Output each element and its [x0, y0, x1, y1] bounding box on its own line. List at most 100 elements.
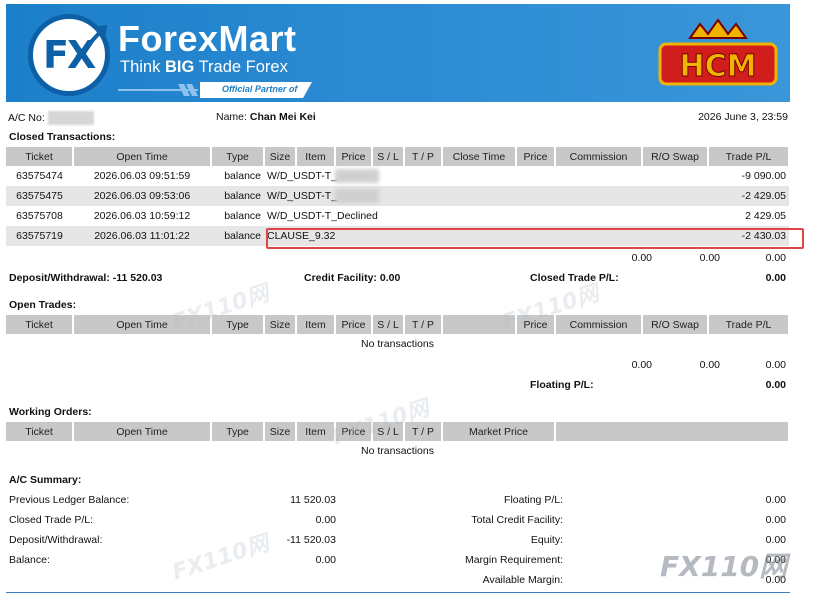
- partner-ribbon: Official Partner of: [200, 82, 312, 98]
- col-size: Size: [264, 315, 297, 334]
- open-time-cell: 2026.06.03 11:01:22: [73, 226, 211, 246]
- working-orders-table: Ticket Open Time Type Size Item Price S …: [6, 422, 790, 461]
- closed-transactions-title: Closed Transactions:: [9, 131, 116, 143]
- account-name-value: Chan Mei Kei: [249, 111, 316, 123]
- bottom-divider: [6, 592, 790, 593]
- col-type: Type: [211, 315, 265, 334]
- open-time-cell: 2026.06.03 09:51:59: [93, 170, 191, 182]
- col-ro-swap: R/O Swap: [642, 315, 709, 334]
- col-blank: [555, 422, 790, 441]
- trade-pl-cell: -9 090.00: [741, 170, 786, 182]
- summary-floating-pl-label: Floating P/L:: [504, 494, 563, 506]
- ticket-cell: 63575719: [6, 226, 73, 246]
- closed-total-swap: 0.00: [699, 252, 720, 264]
- summary-margin-req-label: Margin Requirement:: [464, 554, 563, 566]
- closed-total-commission: 0.00: [631, 252, 652, 264]
- table-row: 63575474 2026.06.03 09:51:59 balance W/D…: [6, 166, 789, 186]
- floating-pl-label: Floating P/L:: [530, 379, 594, 391]
- item-cell: W/D_USDT-T_: [264, 166, 516, 186]
- hcm-partner-logo: HCM: [658, 18, 778, 86]
- type-cell: balance: [224, 170, 261, 182]
- open-trades-title: Open Trades:: [9, 299, 77, 311]
- table-row: 63575475 2026.06.03 09:53:06 balance W/D…: [6, 186, 789, 206]
- item-redacted: [335, 189, 380, 203]
- closed-trade-pl-value: 0.00: [765, 272, 786, 284]
- type-cell: balance: [211, 226, 264, 246]
- no-transactions-text: No transactions: [361, 338, 434, 350]
- summary-prev-ledger-label: Previous Ledger Balance:: [9, 494, 130, 506]
- col-ticket: Ticket: [6, 315, 74, 334]
- col-open-time: Open Time: [73, 422, 212, 441]
- ticket-cell: 63575475: [6, 186, 73, 206]
- col-trade-pl: Trade P/L: [708, 147, 790, 166]
- col-ticket: Ticket: [6, 147, 74, 166]
- closed-header-row: Ticket Open Time Type Size Item Price S …: [6, 147, 790, 166]
- col-type: Type: [211, 147, 265, 166]
- deposit-withdrawal-summary: Deposit/Withdrawal: -11 520.03: [9, 272, 163, 284]
- col-close-time: Close Time: [442, 147, 517, 166]
- col-price: Price: [335, 315, 373, 334]
- summary-closed-pl-label: Closed Trade P/L:: [9, 514, 94, 526]
- empty-row: No transactions: [6, 441, 789, 461]
- brand-tagline: Think BIG Trade Forex: [120, 58, 288, 76]
- summary-credit-value: 0.00: [765, 514, 786, 526]
- col-blank: [442, 315, 517, 334]
- col-item: Item: [296, 422, 336, 441]
- ticket-cell: 63575708: [16, 210, 63, 222]
- open-total-commission: 0.00: [631, 359, 652, 371]
- summary-available-margin-label: Available Margin:: [482, 574, 563, 586]
- watermark: FX110网: [169, 531, 273, 586]
- ac-summary-title: A/C Summary:: [9, 474, 82, 486]
- ac-number-field: A/C No:: [8, 111, 94, 125]
- col-ticket: Ticket: [6, 422, 74, 441]
- summary-margin-req-value: 0.00: [765, 554, 786, 566]
- item-cell: W/D_USDT-T_: [264, 186, 516, 206]
- summary-deposit-value: -11 520.03: [286, 534, 336, 546]
- col-open-time: Open Time: [73, 315, 212, 334]
- trend-arrow-icon: [75, 25, 107, 59]
- item-cell: W/D_USDT-T_Declined: [267, 210, 378, 222]
- header-banner: FX ForexMart Think BIG Trade Forex Offic…: [6, 4, 790, 102]
- ac-number-redacted: [47, 111, 94, 125]
- account-name-field: Name: Chan Mei Kei: [216, 111, 316, 123]
- open-time-cell: 2026.06.03 09:53:06: [73, 186, 211, 206]
- summary-floating-pl-value: 0.00: [765, 494, 786, 506]
- trade-pl-cell: -2 429.05: [708, 186, 789, 206]
- item-redacted: [335, 169, 380, 183]
- col-tp: T / P: [404, 147, 443, 166]
- col-market-price: Market Price: [442, 422, 556, 441]
- credit-facility-summary: Credit Facility: 0.00: [304, 272, 401, 284]
- col-item: Item: [296, 315, 336, 334]
- open-time-cell: 2026.06.03 10:59:12: [93, 210, 191, 222]
- col-price: Price: [335, 147, 373, 166]
- type-cell: balance: [211, 186, 264, 206]
- summary-deposit-label: Deposit/Withdrawal:: [9, 534, 103, 546]
- col-size: Size: [264, 147, 297, 166]
- open-total-swap: 0.00: [699, 359, 720, 371]
- col-sl: S / L: [372, 147, 405, 166]
- summary-balance-value: 0.00: [315, 554, 336, 566]
- type-cell: balance: [224, 210, 261, 222]
- open-trades-table: Ticket Open Time Type Size Item Price S …: [6, 315, 790, 354]
- col-price: Price: [335, 422, 373, 441]
- summary-prev-ledger-value: 11 520.03: [290, 494, 336, 506]
- summary-balance-label: Balance:: [9, 554, 50, 566]
- col-type: Type: [211, 422, 265, 441]
- svg-text:HCM: HCM: [680, 49, 757, 84]
- col-item: Item: [296, 147, 336, 166]
- closed-total-pl: 0.00: [765, 252, 786, 264]
- forexmart-logo: FX: [28, 14, 110, 96]
- working-header-row: Ticket Open Time Type Size Item Price S …: [6, 422, 790, 441]
- ticket-cell: 63575474: [16, 170, 63, 182]
- brand-name: ForexMart: [118, 18, 297, 59]
- no-transactions-text: No transactions: [361, 445, 434, 457]
- col-open-time: Open Time: [73, 147, 212, 166]
- ribbon-stripes-icon: [118, 84, 198, 96]
- empty-row: No transactions: [6, 334, 789, 354]
- open-total-pl: 0.00: [765, 359, 786, 371]
- closed-trade-pl-label: Closed Trade P/L:: [530, 272, 619, 284]
- col-market-price: Price: [516, 315, 556, 334]
- col-sl: S / L: [372, 422, 405, 441]
- col-commission: Commission: [555, 315, 643, 334]
- col-sl: S / L: [372, 315, 405, 334]
